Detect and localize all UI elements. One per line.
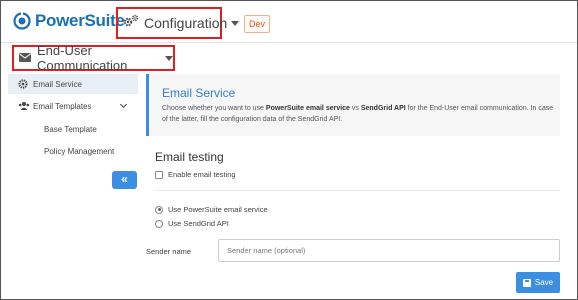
gear-icon [18, 79, 28, 89]
powersuite-logo-icon [13, 12, 31, 30]
enable-email-testing-checkbox[interactable]: Enable email testing [155, 170, 236, 179]
sidebar-item-label: Email Templates [33, 101, 92, 111]
checkbox-label: Enable email testing [168, 170, 236, 179]
sidebar-item-label: Policy Management [44, 146, 115, 156]
radio-powersuite-service[interactable]: Use PowerSuite email service [155, 205, 268, 214]
app-name: PowerSuite [35, 11, 125, 30]
caret-down-icon [231, 20, 240, 26]
sender-name-label: Sender name [146, 247, 192, 256]
sidebar-item-policy-management[interactable]: Policy Management [8, 141, 138, 161]
sidebar-item-label: Base Template [44, 124, 97, 134]
environment-badge: Dev [244, 15, 271, 33]
envelope-icon [19, 49, 31, 67]
save-button[interactable]: Save [516, 272, 560, 293]
caret-down-icon [165, 55, 173, 61]
save-icon [522, 278, 531, 287]
radio-button[interactable] [155, 219, 163, 228]
app-logo[interactable]: PowerSuite ™ [13, 11, 131, 31]
collapse-sidebar-button[interactable]: « [112, 171, 137, 189]
divider [155, 190, 559, 191]
sidebar-item-email-templates[interactable]: Email Templates [8, 96, 138, 116]
info-card: Email Service Choose whether you want to… [146, 74, 560, 136]
section-selector[interactable]: End-User Communication [12, 43, 175, 73]
chevron-down-icon [119, 100, 128, 109]
sidebar-item-base-template[interactable]: Base Template [8, 119, 138, 139]
radio-button[interactable] [155, 205, 163, 214]
configuration-label: Configuration [144, 15, 228, 31]
radio-label: Use PowerSuite email service [168, 205, 268, 214]
sidebar-item-label: Email Service [33, 79, 82, 89]
users-icon [18, 101, 30, 111]
configuration-menu[interactable]: Configuration [116, 7, 240, 39]
radio-sendgrid-api[interactable]: Use SendGrid API [155, 219, 229, 228]
sidebar-item-email-service[interactable]: Email Service [8, 74, 138, 94]
top-bar: PowerSuite ™ Configuration Dev [1, 1, 577, 43]
email-testing-title: Email testing [155, 150, 224, 164]
sender-name-input[interactable] [218, 239, 560, 262]
save-label: Save [534, 278, 554, 287]
section-label: End-User Communication [37, 43, 128, 73]
powersuite-service-emphasis: PowerSuite email service [265, 105, 350, 112]
info-description: Choose whether you want to use PowerSuit… [162, 105, 554, 123]
info-title: Email Service [162, 86, 236, 100]
gears-icon [122, 14, 140, 33]
radio-label: Use SendGrid API [168, 219, 229, 228]
sendgrid-api-emphasis: SendGrid API [360, 105, 406, 112]
checkbox-box[interactable] [155, 170, 163, 179]
